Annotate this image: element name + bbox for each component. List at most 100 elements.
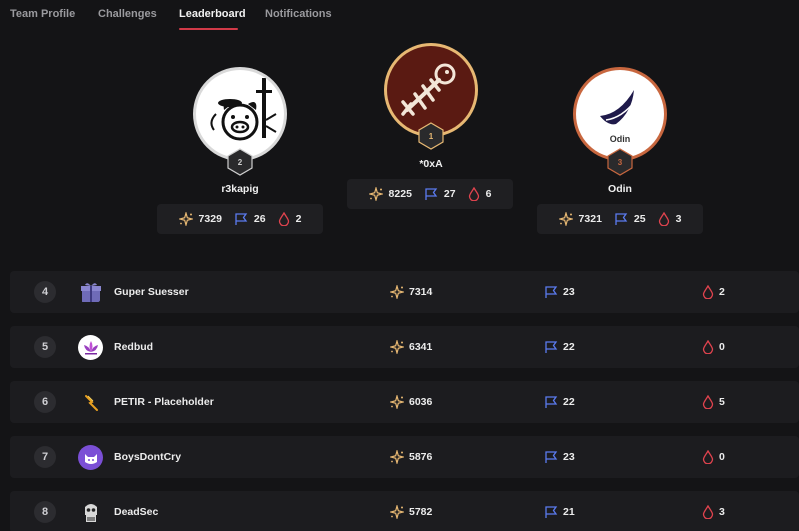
bloods-cell: 2 (702, 284, 725, 300)
points-cell: 7314 (390, 284, 432, 300)
tab-team-profile[interactable]: Team Profile (10, 8, 75, 20)
blood-drop-icon (658, 212, 669, 226)
tab-leaderboard[interactable]: Leaderboard (179, 8, 246, 20)
leaderboard-page: Team Profile Challenges Leaderboard Noti… (0, 0, 799, 531)
gift-box-icon (80, 282, 101, 302)
rank-badge-1: 1 (418, 122, 444, 150)
podium-first-stats: 8225 27 6 (347, 179, 513, 209)
lotus-icon (83, 340, 98, 354)
blood-drop-icon (702, 505, 714, 519)
bloods-cell: 0 (702, 339, 725, 355)
rank-badge-2: 2 (227, 148, 253, 176)
tab-challenges[interactable]: Challenges (98, 8, 157, 20)
points-value: 5876 (409, 451, 433, 463)
rank-number: 6 (34, 391, 56, 413)
bloods-value: 2 (719, 286, 725, 298)
flags-cell: 23 (544, 284, 575, 300)
bloods-stat: 2 (278, 212, 302, 226)
team-avatar[interactable] (78, 335, 103, 360)
flag-icon (235, 213, 248, 225)
sparkle-icon (390, 505, 404, 519)
sparkle-icon (390, 285, 404, 299)
sparkle-icon (368, 187, 383, 201)
flag-icon (545, 286, 558, 298)
table-row[interactable]: 8 DeadSec 5782 21 3 (10, 491, 799, 531)
points-cell: 6036 (390, 394, 432, 410)
bloods-stat: 3 (658, 212, 682, 226)
table-row[interactable]: 4 Guper Suesser 7314 23 2 (10, 271, 799, 313)
bloods-value: 6 (485, 188, 492, 200)
team-avatar[interactable] (78, 280, 103, 305)
flags-value: 25 (633, 213, 646, 225)
team-name[interactable]: BoysDontCry (114, 451, 181, 463)
team-avatar[interactable] (78, 445, 103, 470)
rank-number: 5 (34, 336, 56, 358)
flags-cell: 22 (544, 339, 575, 355)
table-row[interactable]: 7 BoysDontCry 5876 23 0 (10, 436, 799, 478)
pig-logo-icon (210, 78, 277, 141)
bloods-value: 0 (719, 341, 725, 353)
bloods-value: 5 (719, 396, 725, 408)
rank-number: 7 (34, 446, 56, 468)
flags-stat: 25 (614, 212, 646, 226)
flag-icon (545, 506, 558, 518)
blood-drop-icon (702, 395, 714, 409)
flags-stat: 27 (424, 187, 456, 201)
tab-bar: Team Profile Challenges Leaderboard Noti… (0, 0, 799, 36)
blood-drop-icon (702, 340, 714, 354)
flag-icon (545, 341, 558, 353)
rank-badge-3-label: 3 (617, 157, 623, 167)
flags-stat: 26 (234, 212, 266, 226)
points-value: 8225 (388, 188, 412, 200)
odin-logo-icon (600, 90, 637, 125)
podium-second-avatar[interactable] (196, 70, 284, 158)
bloods-stat: 6 (468, 187, 492, 201)
sparkle-icon (390, 340, 404, 354)
team-avatar[interactable] (78, 390, 103, 415)
sparkle-icon (178, 212, 193, 226)
points-value: 6036 (409, 396, 433, 408)
bloods-value: 0 (719, 451, 725, 463)
flag-icon (425, 188, 438, 200)
flag-icon (545, 396, 558, 408)
flags-value: 26 (253, 213, 266, 225)
flags-value: 22 (563, 341, 575, 353)
podium-third-stats: 7321 25 3 (537, 204, 703, 234)
sparkle-icon (558, 212, 573, 226)
blood-drop-icon (702, 285, 714, 299)
sparkle-icon (390, 450, 404, 464)
podium-second-stats: 7329 26 2 (157, 204, 323, 234)
flags-value: 21 (563, 506, 575, 518)
flags-value: 23 (563, 286, 575, 298)
blood-drop-icon (468, 187, 479, 201)
podium-third-avatar[interactable]: Odin (576, 70, 664, 158)
skull-mascot-icon (84, 503, 97, 522)
points-value: 7314 (409, 286, 433, 298)
team-name[interactable]: DeadSec (114, 506, 158, 518)
bloods-value: 3 (719, 506, 725, 518)
fishbone-logo-icon (401, 63, 456, 116)
points-stat: 8225 (368, 187, 412, 201)
tab-notifications[interactable]: Notifications (265, 8, 332, 20)
rank-number: 4 (34, 281, 56, 303)
bloods-value: 3 (675, 213, 682, 225)
points-value: 6341 (409, 341, 433, 353)
team-avatar[interactable] (78, 500, 103, 525)
points-value: 5782 (409, 506, 433, 518)
table-row[interactable]: 6 PETIR - Placeholder 6036 22 5 (10, 381, 799, 423)
podium-second-name: r3kapig (221, 183, 259, 195)
bloods-value: 2 (295, 213, 302, 225)
podium-first-avatar[interactable] (387, 46, 475, 134)
flag-icon (545, 451, 558, 463)
table-row[interactable]: 5 Redbud 6341 22 0 (10, 326, 799, 368)
team-name[interactable]: Guper Suesser (114, 286, 189, 298)
bloods-cell: 3 (702, 504, 725, 520)
team-name[interactable]: Redbud (114, 341, 153, 353)
odin-avatar-text: Odin (609, 134, 631, 144)
team-name[interactable]: PETIR - Placeholder (114, 396, 214, 408)
rank-badge-1-label: 1 (428, 131, 434, 141)
podium-third-name: Odin (608, 183, 632, 195)
lightning-icon (84, 394, 98, 411)
points-value: 7329 (198, 213, 222, 225)
flags-cell: 23 (544, 449, 575, 465)
